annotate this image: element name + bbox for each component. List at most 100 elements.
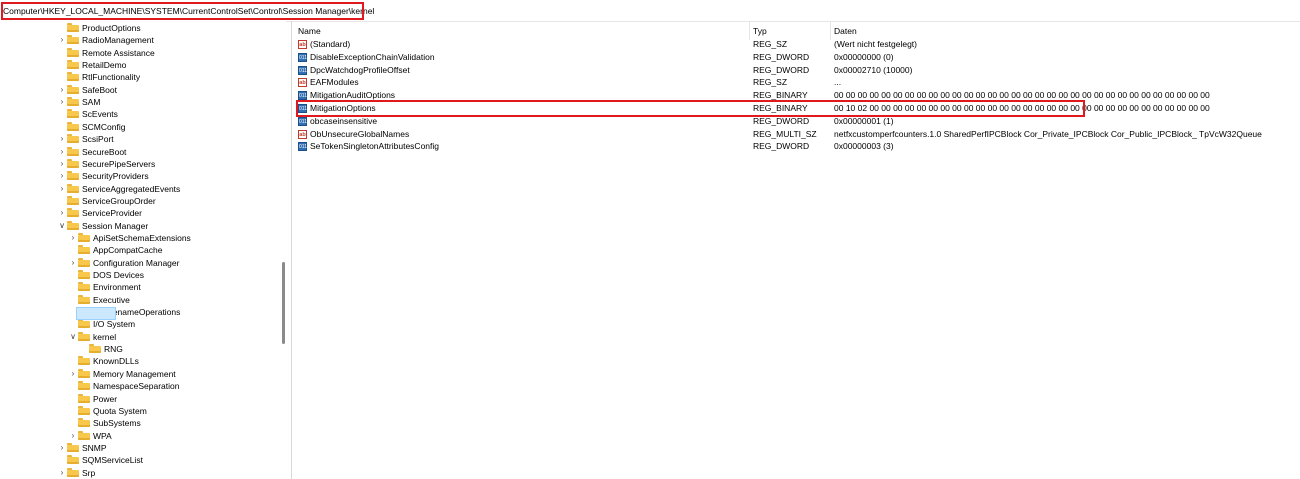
chevron-right-icon[interactable]: › [58, 183, 66, 195]
tree-node-label: ServiceAggregatedEvents [82, 183, 181, 194]
chevron-right-icon[interactable]: › [58, 96, 66, 108]
tree-node-label: Quota System [93, 405, 147, 416]
tree-node[interactable]: ∨ Session Manager [0, 220, 282, 232]
registry-value-row[interactable]: ab EAFModules REG_SZ... [293, 76, 1300, 89]
tree-node[interactable]: ScEvents [0, 108, 282, 120]
tree-node-label: SubSystems [93, 418, 141, 429]
registry-value-row[interactable]: ab ObUnsecureGlobalNames REG_MULTI_SZ netfx… [293, 128, 1300, 141]
tree-node[interactable]: › SafeBoot [0, 84, 282, 96]
tree-node[interactable]: ServiceGroupOrder [0, 195, 282, 207]
tree-node[interactable]: › Memory Management [0, 368, 282, 380]
chevron-right-icon[interactable]: › [58, 467, 66, 479]
tree-node[interactable]: Remote Assistance [0, 47, 282, 59]
tree-node[interactable]: › SAM [0, 96, 282, 108]
tree-node[interactable]: › ServiceAggregatedEvents [0, 183, 282, 195]
tree-node[interactable]: SCMConfig [0, 121, 282, 133]
chevron-right-icon[interactable]: › [58, 133, 66, 145]
tree-node[interactable]: Environment [0, 281, 282, 293]
registry-value-row[interactable]: 011 DisableExceptionChainValidation REG_DW… [293, 51, 1300, 64]
tree-scrollbar-thumb[interactable] [282, 262, 285, 344]
folder-icon [67, 23, 79, 32]
pane-splitter[interactable] [291, 21, 292, 479]
tree-node-label: ServiceGroupOrder [82, 195, 156, 206]
folder-icon [67, 72, 79, 82]
folder-icon [67, 183, 79, 193]
chevron-right-icon[interactable]: › [69, 232, 77, 244]
chevron-down-icon[interactable]: ∨ [69, 331, 77, 343]
chevron-right-icon[interactable]: › [69, 430, 77, 442]
tree-node-label: RtlFunctionality [82, 72, 141, 83]
tree-node[interactable]: › Srp [0, 467, 282, 479]
tree-node-label: I/O System [93, 319, 136, 330]
tree-node-label: SecureBoot [82, 146, 127, 157]
tree-node[interactable]: DOS Devices [0, 269, 282, 281]
tree-node[interactable]: › SecurePipeServers [0, 158, 282, 170]
column-header-name[interactable]: Name [298, 25, 321, 37]
tree-node[interactable]: › ScsiPort [0, 133, 282, 145]
tree-node[interactable]: Quota System [0, 405, 282, 417]
value-type: REG_MULTI_SZ [753, 128, 817, 139]
tree-node-label: NamespaceSeparation [93, 381, 180, 392]
tree-node[interactable]: AppCompatCache [0, 244, 282, 256]
tree-node[interactable]: Power [0, 393, 282, 405]
folder-icon [67, 84, 79, 94]
chevron-right-icon[interactable]: › [58, 34, 66, 46]
folder-icon [67, 60, 79, 70]
tree-node[interactable]: › SecurityProviders [0, 170, 282, 182]
value-data: ... [834, 77, 842, 88]
tree-node[interactable]: › SNMP [0, 442, 282, 454]
tree-node[interactable]: FileRenameOperations [0, 306, 282, 318]
folder-icon [67, 467, 79, 477]
chevron-right-icon[interactable]: › [58, 442, 66, 454]
tree-node[interactable]: SubSystems [0, 417, 282, 429]
tree-node[interactable]: Executive [0, 294, 282, 306]
tree-node[interactable]: RtlFunctionality [0, 71, 282, 83]
chevron-right-icon[interactable]: › [58, 207, 66, 219]
tree-node[interactable]: › RadioManagement [0, 34, 282, 46]
folder-icon [89, 344, 101, 354]
value-data: 0x00002710 (10000) [834, 64, 913, 75]
chevron-right-icon[interactable]: › [58, 146, 66, 158]
column-header-data[interactable]: Daten [834, 25, 857, 37]
chevron-down-icon[interactable]: ∨ [58, 220, 66, 232]
tree-node[interactable]: NamespaceSeparation [0, 380, 282, 392]
tree-node[interactable]: I/O System [0, 318, 282, 330]
folder-icon [78, 368, 90, 378]
tree-node-label: ProductOptions [82, 23, 141, 33]
values-list: Name Typ Daten ab (Standard) REG_SZ (Wert n… [293, 21, 1300, 479]
tree-node-label: RadioManagement [82, 35, 154, 46]
value-name: DisableExceptionChainValidation [310, 51, 435, 62]
tree-node-label: SecurePipeServers [82, 158, 156, 169]
folder-icon [78, 319, 90, 329]
tree-node[interactable]: › SecureBoot [0, 146, 282, 158]
chevron-right-icon[interactable]: › [58, 158, 66, 170]
tree-node[interactable]: KnownDLLs [0, 355, 282, 367]
chevron-right-icon[interactable]: › [69, 257, 77, 269]
folder-icon [78, 418, 90, 428]
folder-icon [78, 245, 90, 255]
registry-value-row[interactable]: 011 DpcWatchdogProfileOffset REG_DWORD 0x00… [293, 64, 1300, 77]
column-header-type[interactable]: Typ [753, 25, 767, 37]
tree-node[interactable]: RNG [0, 343, 282, 355]
tree-node[interactable]: › ApiSetSchemaExtensions [0, 232, 282, 244]
folder-icon [67, 171, 79, 181]
registry-value-row[interactable]: 011 SeTokenSingletonAttributesConfig REG_D… [293, 140, 1300, 153]
tree-node[interactable]: ProductOptions [0, 22, 282, 34]
folder-icon [78, 232, 90, 242]
chevron-right-icon[interactable]: › [58, 84, 66, 96]
tree-node-label: SafeBoot [82, 84, 117, 95]
registry-tree[interactable]: ProductOptions › RadioManagement Remote Ass… [0, 21, 286, 479]
tree-node[interactable]: ∨ kernel [0, 331, 282, 343]
registry-value-row[interactable]: ab (Standard) REG_SZ (Wert nicht festgelegt… [293, 38, 1300, 51]
folder-icon [67, 220, 79, 230]
tree-node-label: KnownDLLs [93, 356, 139, 367]
tree-node[interactable]: RetailDemo [0, 59, 282, 71]
chevron-right-icon[interactable]: › [58, 170, 66, 182]
chevron-right-icon[interactable]: › [69, 368, 77, 380]
tree-node-label: ServiceProvider [82, 208, 142, 219]
tree-node[interactable]: › WPA [0, 430, 282, 442]
tree-node-label: SAM [82, 97, 101, 108]
tree-node[interactable]: SQMServiceList [0, 454, 282, 466]
tree-node[interactable]: › ServiceProvider [0, 207, 282, 219]
tree-node[interactable]: › Configuration Manager [0, 257, 282, 269]
